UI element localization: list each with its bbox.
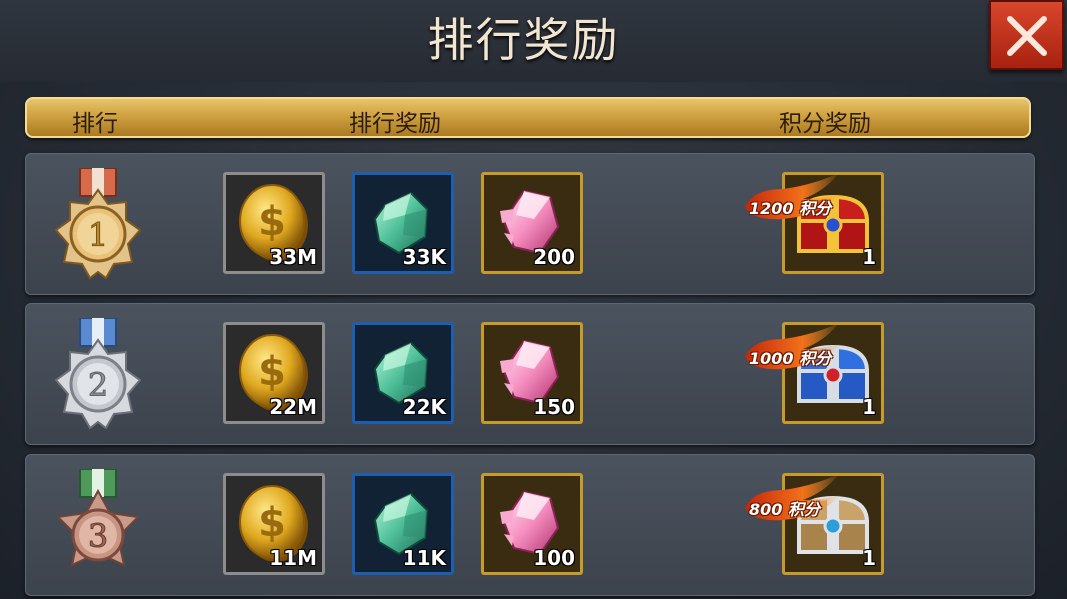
reward-slot-crystal[interactable]: 22K bbox=[352, 322, 454, 424]
rank-number: 2 bbox=[88, 366, 108, 404]
reward-quantity: 33M bbox=[269, 245, 317, 269]
points-reward-slot[interactable]: 1 1000 积分 bbox=[745, 322, 884, 424]
reward-quantity: 150 bbox=[533, 395, 575, 419]
title-bar: 排行奖励 bbox=[0, 0, 1067, 82]
reward-quantity: 22M bbox=[269, 395, 317, 419]
svg-text:$: $ bbox=[258, 199, 286, 245]
close-icon bbox=[1007, 16, 1047, 56]
reward-quantity: 200 bbox=[533, 245, 575, 269]
reward-quantity: 11K bbox=[402, 546, 446, 570]
rank-number: 1 bbox=[88, 216, 108, 254]
reward-quantity: 11M bbox=[269, 546, 317, 570]
points-threshold-badge: 1200 积分 bbox=[743, 175, 843, 227]
reward-slot-coins[interactable]: $ 11M bbox=[223, 473, 325, 575]
column-points-reward: 积分奖励 bbox=[779, 111, 871, 137]
svg-text:$: $ bbox=[258, 349, 286, 395]
points-reward-slot[interactable]: 1 800 积分 bbox=[745, 473, 884, 575]
reward-slot-crystal[interactable]: 11K bbox=[352, 473, 454, 575]
rank-row-1: 1 $ 33M 33K 200 1 1200 积分 bbox=[25, 153, 1035, 295]
gold-medal-icon: 1 bbox=[54, 168, 142, 280]
column-rank-reward: 排行奖励 bbox=[349, 111, 441, 137]
reward-slot-coins[interactable]: $ 22M bbox=[223, 322, 325, 424]
column-header: 排行 排行奖励 积分奖励 bbox=[25, 97, 1031, 138]
reward-slot-crystal[interactable]: 33K bbox=[352, 172, 454, 274]
reward-quantity: 1 bbox=[862, 395, 876, 419]
reward-quantity: 33K bbox=[402, 245, 446, 269]
reward-slot-diamond[interactable]: 100 bbox=[481, 473, 583, 575]
page-title: 排行奖励 bbox=[427, 13, 620, 67]
reward-quantity: 1 bbox=[862, 245, 876, 269]
points-threshold-badge: 1000 积分 bbox=[743, 325, 843, 377]
silver-medal-icon: 2 bbox=[54, 318, 142, 430]
column-rank: 排行 bbox=[72, 111, 118, 137]
points-reward-slot[interactable]: 1 1200 积分 bbox=[745, 172, 884, 274]
points-threshold-badge: 800 积分 bbox=[743, 476, 843, 528]
rank-row-3: 3 $ 11M 11K 100 1 800 积分 bbox=[25, 454, 1035, 596]
reward-slot-coins[interactable]: $ 33M bbox=[223, 172, 325, 274]
reward-quantity: 22K bbox=[402, 395, 446, 419]
rank-row-2: 2 $ 22M 22K 150 1 1000 积分 bbox=[25, 303, 1035, 445]
reward-slot-diamond[interactable]: 200 bbox=[481, 172, 583, 274]
reward-slot-diamond[interactable]: 150 bbox=[481, 322, 583, 424]
close-button[interactable] bbox=[989, 0, 1064, 70]
bronze-medal-icon: 3 bbox=[55, 469, 141, 567]
rank-number: 3 bbox=[88, 517, 108, 555]
svg-text:$: $ bbox=[258, 500, 286, 546]
reward-quantity: 1 bbox=[862, 546, 876, 570]
reward-quantity: 100 bbox=[533, 546, 575, 570]
